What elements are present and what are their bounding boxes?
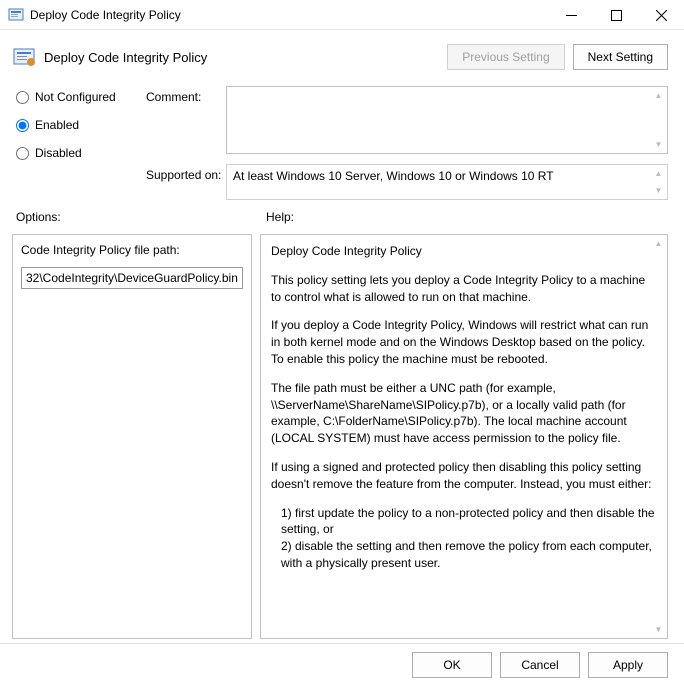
dialog-buttons: OK Cancel Apply — [0, 643, 684, 688]
next-setting-button[interactable]: Next Setting — [573, 44, 668, 70]
apply-button[interactable]: Apply — [588, 652, 668, 678]
maximize-button[interactable] — [594, 0, 639, 30]
cancel-button[interactable]: Cancel — [500, 652, 580, 678]
help-list-item: 2) disable the setting and then remove t… — [281, 538, 657, 572]
radio-disabled-label: Disabled — [35, 146, 82, 160]
close-button[interactable] — [639, 0, 684, 30]
help-paragraph: The file path must be either a UNC path … — [271, 380, 657, 447]
policy-path-input[interactable] — [21, 267, 243, 289]
radio-disabled[interactable]: Disabled — [16, 146, 146, 160]
app-icon — [8, 7, 24, 23]
chevron-down-icon[interactable]: ▼ — [650, 621, 667, 638]
radio-disabled-input[interactable] — [16, 147, 29, 160]
supported-on-text: At least Windows 10 Server, Windows 10 o… — [233, 169, 554, 183]
chevron-up-icon[interactable]: ▲ — [650, 87, 667, 104]
options-panel: Code Integrity Policy file path: — [12, 234, 252, 639]
help-paragraph: If you deploy a Code Integrity Policy, W… — [271, 317, 657, 367]
help-panel: Deploy Code Integrity Policy This policy… — [260, 234, 668, 639]
policy-path-label: Code Integrity Policy file path: — [21, 243, 243, 257]
previous-setting-button[interactable]: Previous Setting — [447, 44, 564, 70]
titlebar: Deploy Code Integrity Policy — [0, 0, 684, 30]
policy-icon — [12, 45, 36, 69]
window-title: Deploy Code Integrity Policy — [30, 8, 549, 22]
radio-not-configured-input[interactable] — [16, 91, 29, 104]
chevron-down-icon[interactable]: ▼ — [650, 182, 667, 199]
comment-label: Comment: — [146, 86, 226, 104]
comment-textarea[interactable] — [227, 87, 667, 153]
help-heading: Help: — [266, 210, 668, 224]
help-title: Deploy Code Integrity Policy — [271, 243, 657, 260]
help-list-item: 1) first update the policy to a non-prot… — [281, 505, 657, 539]
minimize-button[interactable] — [549, 0, 594, 30]
chevron-up-icon[interactable]: ▲ — [650, 235, 667, 252]
page-title: Deploy Code Integrity Policy — [44, 50, 447, 65]
radio-enabled-label: Enabled — [35, 118, 79, 132]
help-paragraph: This policy setting lets you deploy a Co… — [271, 272, 657, 306]
options-heading: Options: — [16, 210, 266, 224]
radio-not-configured-label: Not Configured — [35, 90, 116, 104]
chevron-up-icon[interactable]: ▲ — [650, 165, 667, 182]
radio-enabled[interactable]: Enabled — [16, 118, 146, 132]
radio-enabled-input[interactable] — [16, 119, 29, 132]
window-controls — [549, 0, 684, 29]
settings-row: Not Configured Enabled Disabled Comment:… — [0, 80, 684, 200]
ok-button[interactable]: OK — [412, 652, 492, 678]
chevron-down-icon[interactable]: ▼ — [650, 136, 667, 153]
supported-label: Supported on: — [146, 164, 226, 182]
help-paragraph: If using a signed and protected policy t… — [271, 459, 657, 493]
supported-on-value: At least Windows 10 Server, Windows 10 o… — [226, 164, 668, 200]
header: Deploy Code Integrity Policy Previous Se… — [0, 30, 684, 80]
radio-not-configured[interactable]: Not Configured — [16, 90, 146, 104]
